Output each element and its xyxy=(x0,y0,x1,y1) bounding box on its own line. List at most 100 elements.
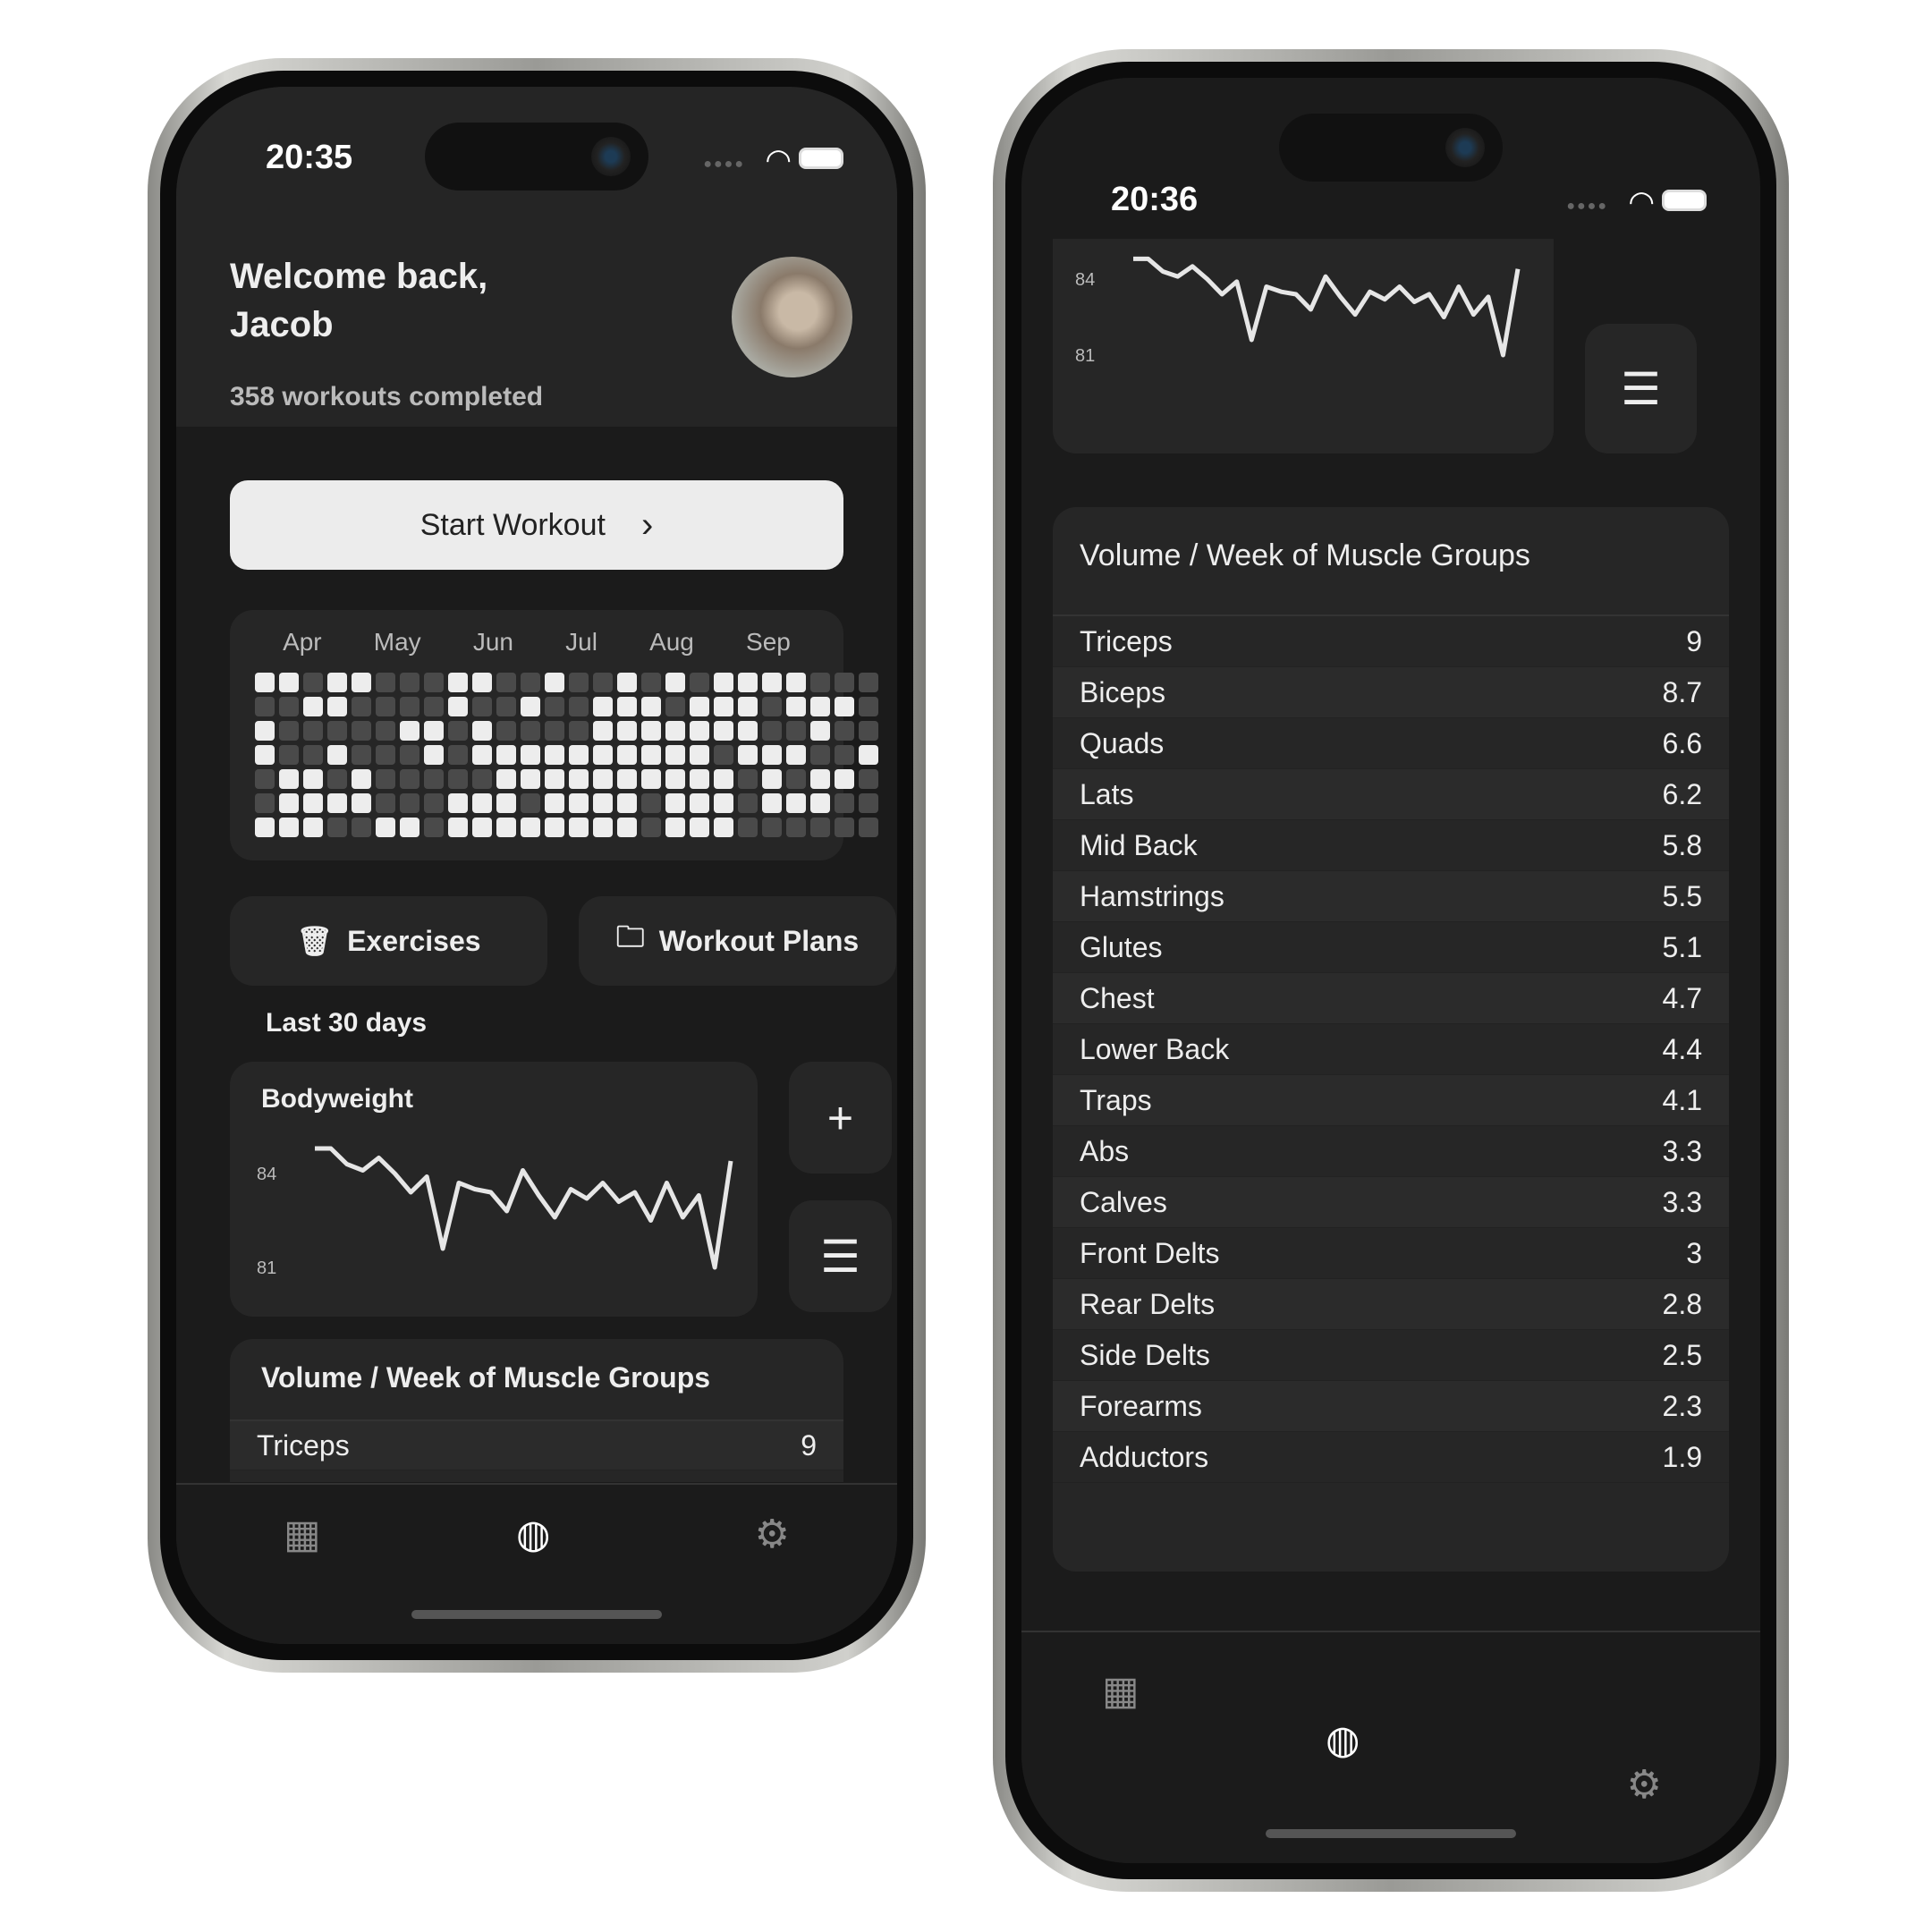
bodyweight-list-button[interactable]: ☰ xyxy=(1585,324,1697,453)
volume-table: Triceps 9 Biceps 8.7 Quads 6.6 Lats 6.2 Mid Back… xyxy=(1053,614,1729,1483)
muscle-name: Forearms xyxy=(1080,1389,1202,1422)
activity-day xyxy=(327,697,347,716)
activity-day xyxy=(303,745,323,765)
add-bodyweight-button[interactable]: + xyxy=(789,1062,892,1174)
activity-day xyxy=(279,793,299,813)
wifi-icon: ◠ xyxy=(765,143,792,177)
muscle-name: Triceps xyxy=(1080,624,1173,657)
activity-day xyxy=(424,721,444,741)
activity-day xyxy=(593,745,613,765)
activity-day xyxy=(593,769,613,789)
bodyweight-list-button[interactable]: ☰ xyxy=(789,1200,892,1312)
muscle-name: Rear Delts xyxy=(1080,1287,1216,1320)
activity-day xyxy=(327,673,347,692)
activity-day xyxy=(255,793,275,813)
settings-icon[interactable]: ⚙ xyxy=(1627,1762,1662,1808)
muscle-name: Side Delts xyxy=(1080,1338,1210,1371)
activity-day xyxy=(738,818,758,837)
dashboard-icon[interactable]: ◍ xyxy=(516,1512,550,1557)
activity-day xyxy=(279,745,299,765)
activity-day xyxy=(859,745,878,765)
activity-day xyxy=(641,721,661,741)
activity-day xyxy=(810,818,830,837)
muscle-name: Quads xyxy=(1080,726,1165,759)
muscle-value: 2.3 xyxy=(1662,1389,1702,1422)
activity-day xyxy=(617,793,637,813)
activity-day xyxy=(665,745,685,765)
activity-day xyxy=(569,818,589,837)
muscle-name: Lower Back xyxy=(1080,1032,1230,1065)
activity-day xyxy=(303,673,323,692)
activity-day xyxy=(376,697,395,716)
bodyweight-chart: 84 81 xyxy=(257,1146,733,1278)
activity-day xyxy=(569,697,589,716)
avatar[interactable] xyxy=(732,257,852,377)
activity-day xyxy=(714,721,733,741)
start-workout-button[interactable]: Start Workout › xyxy=(230,480,843,570)
activity-day xyxy=(810,793,830,813)
activity-day xyxy=(786,721,806,741)
activity-day xyxy=(641,818,661,837)
settings-icon[interactable]: ⚙ xyxy=(755,1512,790,1557)
home-indicator[interactable] xyxy=(1266,1829,1516,1838)
muscle-value: 4.1 xyxy=(1662,1083,1702,1116)
activity-day xyxy=(810,721,830,741)
bodyweight-card[interactable]: 84 81 xyxy=(1053,239,1554,453)
activity-day xyxy=(690,745,709,765)
activity-day xyxy=(617,769,637,789)
activity-day xyxy=(255,769,275,789)
table-row: Calves 3.3 xyxy=(1053,1177,1729,1228)
dashboard-icon[interactable]: ◍ xyxy=(1326,1717,1360,1763)
activity-day xyxy=(279,721,299,741)
activity-day xyxy=(835,745,854,765)
bodyweight-card[interactable]: Bodyweight 84 81 xyxy=(230,1062,758,1317)
workout-plans-button[interactable]: 🗀 Workout Plans xyxy=(579,896,896,986)
status-time: 20:35 xyxy=(266,139,353,176)
scrolled-screen: 20:36 ●●●● ◠ 84 81 ☰ Volume / Week of Mus… xyxy=(1021,78,1760,1863)
activity-day xyxy=(786,697,806,716)
activity-day xyxy=(327,818,347,837)
muscle-name: Calves xyxy=(1080,1185,1167,1218)
activity-day xyxy=(448,673,468,692)
muscle-name: Front Delts xyxy=(1080,1236,1220,1269)
dynamic-island xyxy=(425,123,648,191)
activity-day xyxy=(641,769,661,789)
activity-day xyxy=(472,793,492,813)
activity-day xyxy=(279,673,299,692)
status-time: 20:36 xyxy=(1111,181,1199,218)
activity-day xyxy=(545,769,564,789)
activity-day xyxy=(593,818,613,837)
activity-day xyxy=(496,673,516,692)
table-row: Glutes 5.1 xyxy=(1053,922,1729,973)
activity-day xyxy=(545,793,564,813)
activity-day xyxy=(472,673,492,692)
activity-day xyxy=(448,793,468,813)
activity-day xyxy=(545,721,564,741)
exercises-button[interactable]: 🗑 Exercises xyxy=(230,896,547,986)
table-row: Lats 6.2 xyxy=(1053,769,1729,820)
activity-day xyxy=(859,673,878,692)
activity-day xyxy=(472,697,492,716)
activity-day xyxy=(448,697,468,716)
y-tick-label: 81 xyxy=(1075,346,1095,366)
activity-day xyxy=(617,673,637,692)
month-label: Jul xyxy=(565,628,597,656)
activity-day xyxy=(376,793,395,813)
activity-day xyxy=(327,721,347,741)
calendar-icon[interactable]: ▦ xyxy=(1102,1668,1140,1714)
activity-day xyxy=(665,721,685,741)
activity-day xyxy=(690,818,709,837)
y-tick-label: 81 xyxy=(257,1258,276,1278)
activity-day xyxy=(714,697,733,716)
table-row: Quads 6.6 xyxy=(1053,718,1729,769)
home-screen: 20:35 ●●●● ◠ Welcome back, Jacob 358 wor… xyxy=(176,87,897,1644)
activity-day xyxy=(521,697,540,716)
activity-day xyxy=(400,721,419,741)
activity-day xyxy=(859,769,878,789)
home-indicator[interactable] xyxy=(411,1610,662,1619)
activity-day xyxy=(400,793,419,813)
bodyweight-line xyxy=(315,1146,733,1270)
activity-day xyxy=(786,745,806,765)
activity-day xyxy=(303,721,323,741)
calendar-icon[interactable]: ▦ xyxy=(284,1512,321,1557)
